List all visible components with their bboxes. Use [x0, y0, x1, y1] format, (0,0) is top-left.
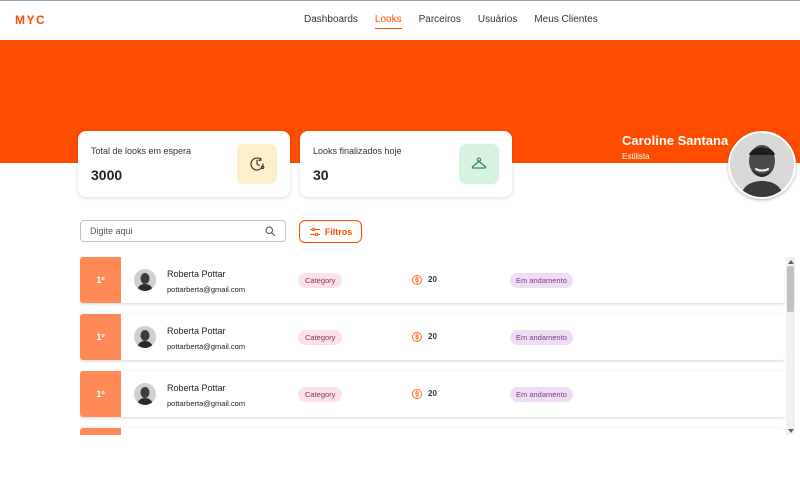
list-scrollbar[interactable] [786, 257, 795, 435]
client-name: Roberta Pottar [167, 326, 226, 336]
status-badge: Em andamento [510, 273, 573, 288]
client-email: pottarberta@gmail.com [167, 342, 246, 351]
coin-icon [412, 275, 422, 285]
list-item[interactable]: 1º Roberta Pottar pottarberta@gmail.com … [80, 371, 785, 417]
list-item[interactable]: 1º Roberta Pottar pottarberta@gmail.com … [80, 257, 785, 303]
rank-badge: 1º [80, 257, 121, 303]
coin-value: 20 [428, 389, 437, 398]
client-name: Roberta Pottar [167, 269, 226, 279]
scroll-up-arrow-icon[interactable] [786, 258, 795, 265]
profile-avatar[interactable] [728, 131, 796, 199]
coin-icon [412, 389, 422, 399]
category-tag: Category [298, 387, 343, 402]
filter-label: Filtros [324, 226, 353, 237]
search-input[interactable] [81, 221, 261, 241]
looks-list: 1º Roberta Pottar pottarberta@gmail.com … [80, 257, 785, 435]
nav-item-parceiros[interactable]: Parceiros [419, 14, 461, 29]
avatar [134, 269, 156, 291]
scroll-down-arrow-icon[interactable] [786, 427, 795, 434]
status-badge: Em andamento [510, 330, 573, 345]
category-tag: Category [298, 273, 343, 288]
search-icon[interactable] [264, 225, 276, 237]
nav-item-meus-clientes[interactable]: Meus Clientes [534, 14, 597, 29]
client-email: pottarberta@gmail.com [167, 285, 246, 294]
hanger-icon [471, 157, 487, 169]
rank-badge: 1º [80, 371, 121, 417]
status-badge: Em andamento [510, 387, 573, 402]
stat-label: Total de looks em espera [91, 146, 192, 156]
top-navigation: MYC Dashboards Looks Parceiros Usuários … [0, 0, 800, 40]
list-item[interactable]: 1º Roberta Pottar pottarberta@gmail.com … [80, 314, 785, 360]
profile-name: Caroline Santana [622, 133, 729, 148]
search-box [80, 220, 286, 242]
main-nav: Dashboards Looks Parceiros Usuários Meus… [304, 14, 598, 29]
category-tag: Category [298, 330, 343, 345]
stat-value: 30 [313, 167, 329, 183]
hanger-icon-badge [459, 144, 499, 184]
rank-badge: 1º [80, 314, 121, 360]
app-logo[interactable]: MYC [15, 13, 46, 27]
avatar [134, 326, 156, 348]
coin-value: 20 [428, 332, 437, 341]
stat-card-looks-waiting: Total de looks em espera 3000 [78, 131, 290, 197]
avatar [134, 383, 156, 405]
stat-label: Looks finalizados hoje [313, 146, 402, 156]
filter-button[interactable]: Filtros [299, 220, 362, 243]
clock-icon-badge [237, 144, 277, 184]
client-name: Roberta Pottar [167, 383, 226, 393]
nav-item-looks[interactable]: Looks [374, 14, 402, 29]
scroll-thumb[interactable] [787, 266, 794, 312]
stat-card-looks-finished: Looks finalizados hoje 30 [300, 131, 512, 197]
profile-role: Estilista [622, 152, 650, 161]
sliders-icon [309, 227, 320, 236]
stat-value: 3000 [91, 167, 123, 183]
coin-value: 20 [428, 275, 437, 284]
list-item[interactable] [80, 428, 785, 435]
rank-badge [80, 428, 121, 435]
nav-item-usuarios[interactable]: Usuários [478, 14, 517, 29]
nav-item-dashboards[interactable]: Dashboards [304, 14, 358, 29]
clock-icon [250, 157, 265, 171]
coin-icon [412, 332, 422, 342]
client-email: pottarberta@gmail.com [167, 399, 246, 408]
